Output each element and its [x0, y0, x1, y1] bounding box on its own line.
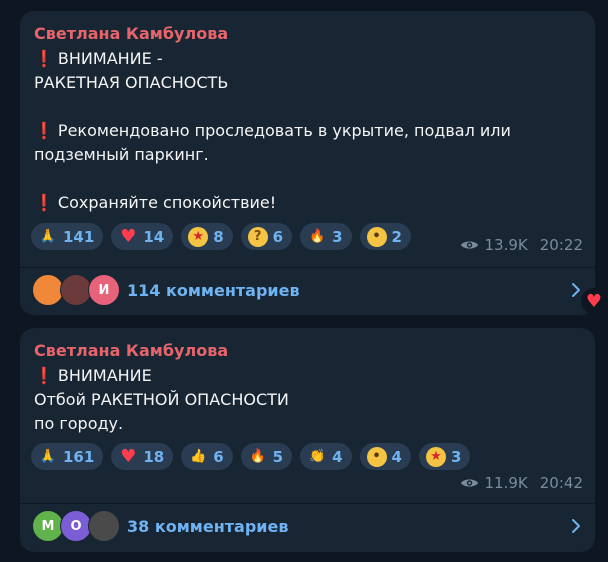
views-eye-icon — [460, 241, 478, 249]
star-struck-icon: ★ — [425, 446, 446, 467]
reaction-count: 3 — [332, 227, 343, 246]
channel-post[interactable]: Светлана Камбулова ❗ ВНИМАНИЕ Отбой РАКЕТ… — [20, 328, 595, 552]
message-meta: 13.9K 20:22 — [460, 236, 583, 254]
exclamation-icon: ❗ — [34, 366, 54, 385]
reactions-bar: 🙏 161 ♥ 18 👍 6 🔥 5 👏 4 • 4 ★ 3 — [31, 443, 471, 470]
clapping-hands-icon: 👏 — [308, 449, 326, 464]
fire-icon: 🔥 — [308, 229, 326, 244]
reaction-count: 18 — [143, 447, 165, 466]
reaction-count: 2 — [391, 227, 402, 246]
neutral-face-icon: • — [366, 446, 387, 467]
reaction-thumbs-up[interactable]: 👍 6 — [181, 443, 233, 470]
avatar: И — [88, 274, 120, 306]
red-heart-icon: ♥ — [120, 225, 137, 247]
reaction-heart[interactable]: ♥ 18 — [111, 443, 174, 470]
views-count: 13.9K — [484, 236, 528, 254]
floating-heart-reaction[interactable]: ♥ — [581, 288, 607, 314]
views-eye-icon — [460, 479, 478, 487]
reaction-clapping[interactable]: 👏 4 — [300, 443, 352, 470]
commenter-avatars: И — [32, 274, 127, 306]
message-time: 20:22 — [539, 236, 583, 254]
reaction-count: 161 — [63, 447, 95, 466]
message-line: ❗ ВНИМАНИЕ — [34, 366, 152, 385]
exclamation-icon: ❗ — [34, 49, 54, 68]
reaction-thinking[interactable]: ? 6 — [240, 223, 293, 250]
message-line — [34, 95, 581, 119]
message-time: 20:42 — [539, 474, 583, 492]
sender-name[interactable]: Светлана Камбулова — [34, 341, 228, 360]
message-line: РАКЕТНАЯ ОПАСНОСТЬ — [34, 73, 229, 92]
message-text: ❗ ВНИМАНИЕ - РАКЕТНАЯ ОПАСНОСТЬ ❗ Рекоменд… — [34, 47, 581, 215]
message-line: подземный паркинг. — [34, 145, 209, 164]
reaction-folded-hands[interactable]: 🙏 141 — [31, 223, 104, 250]
reaction-neutral[interactable]: • 2 — [359, 223, 411, 250]
message-line: ❗ ВНИМАНИЕ - — [34, 49, 163, 68]
message-line: Отбой РАКЕТНОЙ ОПАСНОСТИ — [34, 390, 289, 409]
message-line — [34, 167, 581, 191]
folded-hands-icon: 🙏 — [39, 449, 57, 464]
star-struck-icon: ★ — [188, 226, 209, 247]
chevron-right-icon[interactable] — [571, 518, 581, 534]
thinking-face-icon: ? — [247, 226, 268, 247]
chevron-right-icon[interactable] — [571, 282, 581, 298]
message-text: ❗ ВНИМАНИЕ Отбой РАКЕТНОЙ ОПАСНОСТИ по го… — [34, 364, 581, 436]
message-meta: 11.9K 20:42 — [460, 474, 583, 492]
reactions-bar: 🙏 141 ♥ 14 ★ 8 ? 6 🔥 3 • 2 — [31, 223, 411, 250]
comments-count-label[interactable]: 114 комментариев — [127, 281, 300, 300]
comments-button[interactable]: М О 38 комментариев — [20, 504, 595, 548]
reaction-count: 4 — [332, 447, 343, 466]
message-line: ❗ Сохраняйте спокойствие! — [34, 193, 277, 212]
reaction-folded-hands[interactable]: 🙏 161 — [31, 443, 104, 470]
reaction-count: 5 — [272, 447, 284, 466]
fire-icon: 🔥 — [249, 449, 266, 464]
views-count: 11.9K — [484, 474, 528, 492]
reaction-count: 14 — [143, 227, 165, 246]
reaction-count: 4 — [391, 447, 402, 466]
channel-post[interactable]: Светлана Камбулова ❗ ВНИМАНИЕ - РАКЕТНАЯ … — [20, 11, 595, 315]
reaction-star-struck[interactable]: ★ 3 — [418, 443, 471, 470]
reaction-count: 8 — [213, 227, 224, 246]
commenter-avatars: М О — [32, 510, 127, 542]
reaction-fire[interactable]: 🔥 5 — [240, 443, 293, 470]
exclamation-icon: ❗ — [34, 193, 54, 212]
sender-name[interactable]: Светлана Камбулова — [34, 24, 228, 43]
reaction-neutral[interactable]: • 4 — [359, 443, 411, 470]
reaction-star-struck[interactable]: ★ 8 — [181, 223, 233, 250]
reaction-count: 6 — [272, 227, 284, 246]
message-line: ❗ Рекомендовано проследовать в укрытие, п… — [34, 121, 511, 140]
message-line: по городу. — [34, 414, 124, 433]
reaction-count: 141 — [63, 227, 95, 246]
comments-button[interactable]: И 114 комментариев — [20, 268, 595, 312]
exclamation-icon: ❗ — [34, 121, 54, 140]
red-heart-icon: ♥ — [120, 445, 137, 467]
neutral-face-icon: • — [366, 226, 387, 247]
reaction-fire[interactable]: 🔥 3 — [300, 223, 352, 250]
thumbs-up-icon: 👍 — [190, 449, 207, 464]
folded-hands-icon: 🙏 — [39, 229, 57, 244]
red-heart-icon: ♥ — [585, 290, 603, 312]
avatar — [88, 510, 120, 542]
reaction-count: 6 — [213, 447, 224, 466]
reaction-heart[interactable]: ♥ 14 — [111, 223, 174, 250]
reaction-count: 3 — [450, 447, 462, 466]
comments-count-label[interactable]: 38 комментариев — [127, 517, 288, 536]
